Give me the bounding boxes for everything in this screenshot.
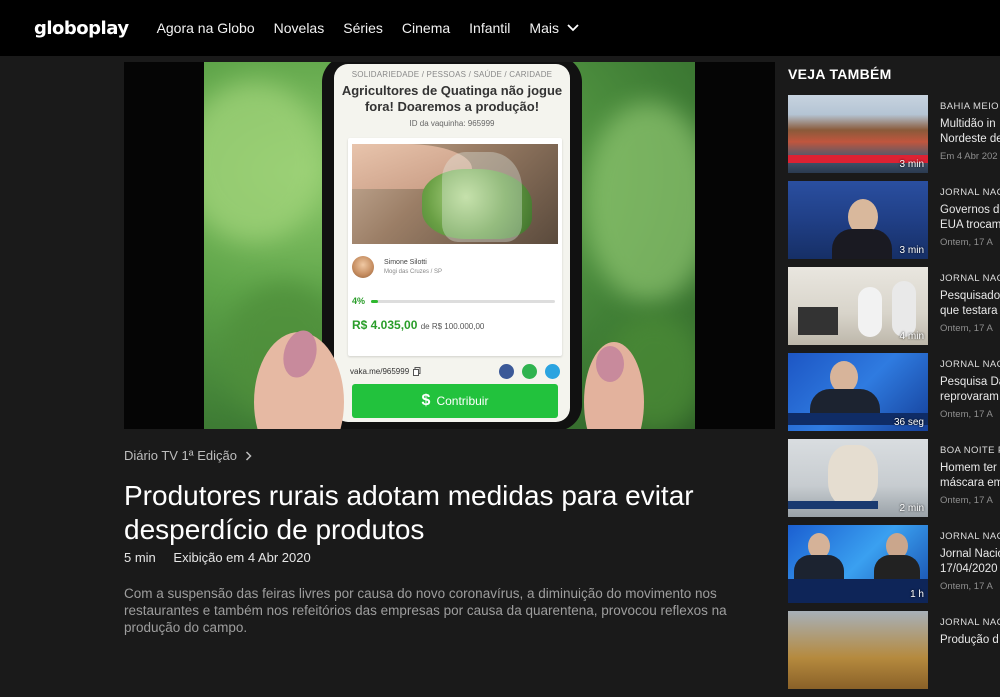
related-title: Pesquisa Da reprovaram: [940, 376, 1000, 403]
program-name: Diário TV 1ª Edição: [124, 448, 237, 463]
related-title: Pesquisado que testara: [940, 290, 1000, 317]
video-aired-date: Exibição em 4 Abr 2020: [173, 550, 311, 565]
video-description: Com a suspensão das feiras livres por ca…: [124, 586, 727, 635]
related-thumbnail: [788, 611, 928, 689]
related-item[interactable]: JORNAL NAC Produção d: [788, 611, 1000, 697]
campaign-progress: 4%: [352, 296, 558, 306]
related-program: JORNAL NAC: [940, 273, 1000, 284]
related-thumbnail: 2 min: [788, 439, 928, 517]
related-list: 3 min BAHIA MEIO Multidão in Nordeste de …: [788, 95, 1000, 697]
dollar-icon: $: [421, 392, 431, 409]
related-date: Em 4 Abr 202: [940, 151, 998, 162]
copy-icon: [413, 367, 421, 376]
related-program: JORNAL NAC: [940, 617, 1000, 628]
author-location: Mogi das Cruzes / SP: [384, 269, 443, 275]
top-navigation-bar: globoplay Agora na Globo Novelas Séries …: [0, 0, 1000, 56]
amount-value: R$ 4.035,00: [352, 318, 418, 332]
program-link[interactable]: Diário TV 1ª Edição: [124, 448, 252, 463]
campaign-author: Simone Silotti Mogi das Cruzes / SP: [352, 256, 442, 278]
campaign-link: vaka.me/965999: [350, 367, 410, 376]
twitter-icon: [545, 364, 560, 379]
nav-more-label: Mais: [529, 20, 559, 36]
related-date: Ontem, 17 A: [940, 323, 993, 334]
progress-bar-fill: [371, 299, 379, 303]
nav-infantil[interactable]: Infantil: [469, 20, 510, 36]
related-thumbnail: 1 h: [788, 525, 928, 603]
related-program: BOA NOITE P: [940, 445, 1000, 456]
related-program: JORNAL NAC: [940, 359, 1000, 370]
related-date: Ontem, 17 A: [940, 409, 993, 420]
share-row: vaka.me/965999: [350, 364, 560, 379]
contribute-button: $ Contribuir: [352, 384, 558, 418]
related-thumbnail: 3 min: [788, 181, 928, 259]
video-duration-badge: 2 min: [899, 503, 924, 514]
video-duration-badge: 3 min: [899, 159, 924, 170]
related-title: Jornal Nacio 17/04/2020: [940, 548, 1000, 575]
video-duration: 5 min: [124, 550, 156, 565]
video-title: Produtores rurais adotam medidas para ev…: [124, 480, 694, 545]
related-item[interactable]: 1 h JORNAL NAC Jornal Nacio 17/04/2020 On…: [788, 525, 1000, 611]
related-date: Ontem, 17 A: [940, 495, 993, 506]
video-player[interactable]: SOLIDARIEDADE / PESSOAS / SAÚDE / CARIDA…: [124, 62, 775, 429]
related-thumbnail: 36 seg: [788, 353, 928, 431]
video-duration-badge: 4 min: [899, 331, 924, 342]
related-item[interactable]: 36 seg JORNAL NAC Pesquisa Da reprovaram …: [788, 353, 1000, 439]
video-meta: 5 min Exibição em 4 Abr 2020: [124, 550, 311, 565]
contribute-label: Contribuir: [436, 394, 489, 408]
nav-cinema[interactable]: Cinema: [402, 20, 450, 36]
nav-novelas[interactable]: Novelas: [274, 20, 325, 36]
amount-raised: R$ 4.035,00 de R$ 100.000,00: [352, 318, 484, 332]
related-title: Produção d: [940, 634, 999, 646]
related-item[interactable]: 3 min JORNAL NAC Governos d EUA trocam On…: [788, 181, 1000, 267]
nav-more-menu[interactable]: Mais: [529, 20, 579, 36]
nav-series[interactable]: Séries: [343, 20, 383, 36]
campaign-id: ID da vaquinha: 965999: [409, 119, 495, 128]
related-program: JORNAL NAC: [940, 531, 1000, 542]
author-name: Simone Silotti: [384, 259, 427, 266]
video-duration-badge: 1 h: [910, 589, 924, 600]
facebook-icon: [499, 364, 514, 379]
campaign-photo: [352, 144, 558, 244]
related-program: BAHIA MEIO: [940, 101, 999, 112]
chevron-down-icon: [567, 24, 579, 32]
video-duration-badge: 3 min: [899, 245, 924, 256]
amount-goal: de R$ 100.000,00: [420, 322, 485, 331]
related-item[interactable]: 4 min JORNAL NAC Pesquisado que testara O…: [788, 267, 1000, 353]
related-item[interactable]: 3 min BAHIA MEIO Multidão in Nordeste de …: [788, 95, 1000, 181]
related-date: Ontem, 17 A: [940, 237, 993, 248]
related-heading: VEJA TAMBÉM: [788, 66, 892, 82]
progress-percent: 4%: [352, 296, 366, 306]
related-thumbnail: 4 min: [788, 267, 928, 345]
campaign-title: Agricultores de Quatinga não jogue fora!…: [341, 83, 563, 114]
whatsapp-icon: [522, 364, 537, 379]
globoplay-logo[interactable]: globoplay: [34, 18, 129, 39]
video-duration-badge: 36 seg: [893, 417, 924, 428]
related-item[interactable]: 2 min BOA NOITE P Homem ter máscara em On…: [788, 439, 1000, 525]
related-title: Multidão in Nordeste de: [940, 118, 1000, 145]
campaign-card: Simone Silotti Mogi das Cruzes / SP 4% R…: [348, 138, 562, 356]
avatar: [352, 256, 374, 278]
related-program: JORNAL NAC: [940, 187, 1000, 198]
campaign-categories: SOLIDARIEDADE / PESSOAS / SAÚDE / CARIDA…: [351, 70, 553, 79]
phone-device: SOLIDARIEDADE / PESSOAS / SAÚDE / CARIDA…: [322, 62, 582, 429]
main-nav: Agora na Globo Novelas Séries Cinema Inf…: [157, 20, 579, 36]
related-date: Ontem, 17 A: [940, 581, 993, 592]
related-title: Homem ter máscara em: [940, 462, 1000, 489]
related-title: Governos d EUA trocam: [940, 204, 1000, 231]
chevron-right-icon: [245, 450, 252, 461]
related-thumbnail: 3 min: [788, 95, 928, 173]
nav-agora-na-globo[interactable]: Agora na Globo: [157, 20, 255, 36]
video-frame: SOLIDARIEDADE / PESSOAS / SAÚDE / CARIDA…: [204, 62, 695, 429]
progress-bar: [371, 299, 556, 303]
phone-screen: SOLIDARIEDADE / PESSOAS / SAÚDE / CARIDA…: [334, 64, 570, 422]
